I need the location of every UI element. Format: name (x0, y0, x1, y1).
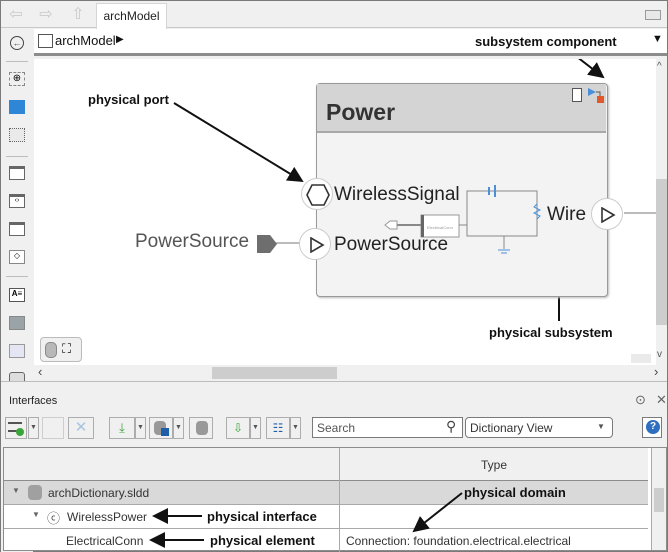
annotation-physical-port: physical port (88, 92, 169, 107)
annotation-arrow (578, 59, 605, 79)
internal-circuit: ElectricalConn (384, 185, 542, 254)
table-scrollbar[interactable] (651, 448, 666, 550)
adapter-icon[interactable]: ◇ (9, 250, 25, 264)
keyboard-icon[interactable] (645, 10, 661, 20)
divider (6, 156, 28, 157)
canvas-view-buttons: ⛶ (40, 337, 82, 362)
up-arrow-icon[interactable]: ⇧ (67, 5, 89, 25)
breadcrumb: archModel ▶ subsystem component ▼ (34, 29, 667, 56)
hide-browser-icon[interactable]: ← (10, 36, 24, 50)
component-icon[interactable] (9, 166, 25, 180)
tab-bar: ⇦ ⇨ ⇧ archModel (1, 1, 667, 29)
scroll-left-icon[interactable]: ‹ (38, 364, 42, 379)
port-label-wire: Wire (547, 204, 587, 225)
annotation-arrow (173, 102, 304, 183)
scroll-right-icon[interactable]: › (654, 364, 658, 379)
divider (6, 61, 28, 62)
link-dictionary-button[interactable] (189, 417, 213, 439)
window: ⇦ ⇨ ⇧ archModel ← ⊕ ‹› ◇ A≡ archModel ▶ … (0, 0, 668, 552)
annotation-physical-subsystem: physical subsystem (489, 325, 613, 340)
tab-archmodel[interactable]: archModel (96, 3, 167, 29)
zoom-in-icon[interactable]: ⊕ (9, 72, 25, 86)
annotation-arrows (149, 492, 463, 548)
search-icon[interactable]: ⚲ (446, 418, 456, 435)
view-select[interactable]: Dictionary View ▼ (465, 417, 613, 438)
table-scroll-thumb[interactable] (654, 488, 664, 512)
show-interfaces-button[interactable]: ☷ (266, 417, 290, 439)
show-interfaces-dropdown[interactable]: ▼ (290, 417, 301, 439)
physical-port-hexagon-icon (306, 184, 330, 206)
search-input[interactable]: Search ⚲ (312, 417, 463, 438)
scroll-up-icon[interactable]: ^ (657, 61, 662, 72)
image-icon[interactable] (9, 316, 25, 330)
data-icon[interactable] (45, 342, 57, 358)
horizontal-scrollbar[interactable]: ‹ › (34, 364, 667, 380)
add-interface-dropdown[interactable]: ▼ (28, 417, 39, 439)
import-button[interactable]: ⤓ (109, 417, 135, 439)
add-interface-button[interactable] (5, 417, 27, 439)
fit-to-view-icon[interactable] (9, 100, 25, 114)
power-subsystem-component[interactable]: Power WirelessSignal PowerSource Wire El… (316, 83, 608, 297)
output-port-icon (601, 207, 616, 223)
area-icon[interactable] (9, 344, 25, 358)
port-wirelesssignal[interactable] (301, 178, 333, 210)
reference-component-icon[interactable]: ‹› (9, 194, 25, 208)
close-icon[interactable]: ✕ (656, 392, 667, 408)
save-dictionary-dropdown[interactable]: ▼ (173, 417, 184, 439)
interfaces-title: Interfaces (9, 395, 58, 407)
annotation-subsystem-component: subsystem component (475, 34, 617, 49)
fit-selection-icon[interactable] (9, 128, 25, 142)
resize-grip[interactable] (631, 354, 651, 363)
panel-divider[interactable] (1, 381, 667, 386)
scroll-down-icon[interactable]: v (657, 349, 662, 360)
inner-element-label: ElectricalConn (427, 225, 453, 230)
help-icon: ? (646, 420, 660, 434)
apply-stereotype-button[interactable]: ⇩ (226, 417, 250, 439)
view-select-value: Dictionary View (470, 421, 553, 435)
subsystem-chip-icon (572, 88, 582, 102)
delete-button[interactable]: ✕ (68, 417, 94, 439)
external-port-label[interactable]: PowerSource (135, 231, 249, 253)
forward-arrow-icon[interactable]: ⇨ (35, 5, 57, 25)
interfaces-table: Type ▼ archDictionary.sldd physical doma… (3, 447, 667, 552)
save-dictionary-button[interactable] (149, 417, 173, 439)
add-element-button[interactable] (42, 417, 64, 439)
block-title: Power (326, 99, 396, 125)
port-wire[interactable] (591, 198, 623, 230)
chevron-down-icon: ▼ (597, 422, 605, 431)
column-divider[interactable] (339, 448, 340, 552)
apply-stereotype-dropdown[interactable]: ▼ (250, 417, 261, 439)
breadcrumb-model[interactable]: archModel (55, 33, 116, 48)
divider (6, 276, 28, 277)
panel-menu-icon[interactable]: ⊙ (635, 392, 646, 408)
import-dropdown[interactable]: ▼ (135, 417, 146, 439)
search-placeholder: Search (317, 421, 356, 435)
horizontal-scroll-thumb[interactable] (212, 367, 337, 379)
port-powersource[interactable] (299, 228, 331, 260)
hierarchy-icon[interactable]: ⛶ (62, 341, 71, 357)
physical-port-icon[interactable] (256, 234, 278, 254)
breadcrumb-dropdown-icon[interactable]: ▼ (652, 33, 663, 45)
annotation-icon[interactable]: A≡ (9, 288, 25, 302)
block-header: Power (317, 84, 606, 133)
vertical-scroll-thumb[interactable] (656, 179, 667, 325)
input-port-icon (310, 237, 325, 253)
physical-subsystem-badge-icon (588, 88, 604, 103)
breadcrumb-arrow-icon[interactable]: ▶ (116, 34, 124, 45)
help-button[interactable]: ? (642, 417, 662, 438)
variant-component-icon[interactable] (9, 222, 25, 236)
back-arrow-icon[interactable]: ⇦ (5, 5, 27, 25)
model-icon (38, 34, 53, 48)
